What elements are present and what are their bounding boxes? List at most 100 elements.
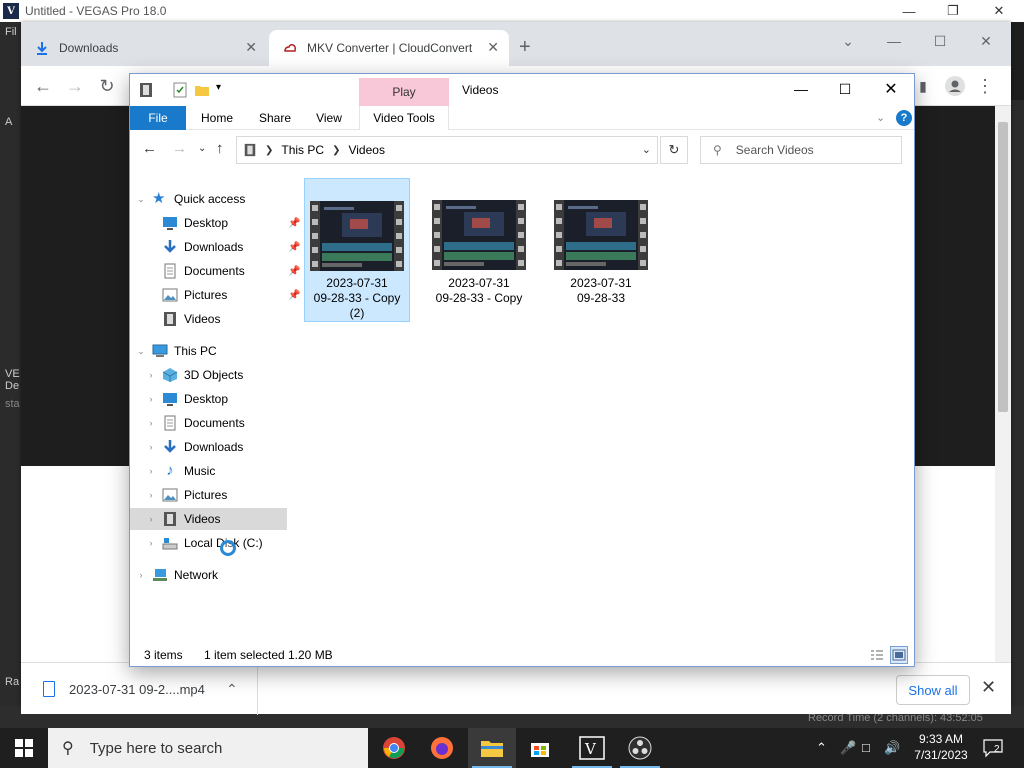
tab-downloads[interactable]: Downloads ✕: [21, 30, 267, 66]
nav-qa-videos[interactable]: Videos: [146, 308, 303, 330]
chrome-icon[interactable]: [370, 728, 418, 768]
tab-search-icon[interactable]: ⌄: [825, 26, 871, 56]
file-item[interactable]: 2023-07-31 09-28-33 - Copy: [426, 178, 532, 322]
nav-network[interactable]: › Network: [136, 564, 293, 586]
search-icon: ⚲: [62, 740, 74, 757]
explorer-close-button[interactable]: ✕: [868, 74, 914, 104]
chevron-right-icon[interactable]: ›: [146, 370, 156, 380]
nav-music[interactable]: › ♪ Music: [146, 460, 303, 482]
vegas-title-bar: V Untitled - VEGAS Pro 18.0 — ❐ ✕: [0, 0, 1024, 22]
large-icons-view-icon[interactable]: [890, 646, 908, 664]
chevron-up-icon[interactable]: ⌃: [816, 740, 827, 756]
chevron-down-icon[interactable]: ⌄: [136, 194, 146, 205]
chevron-right-icon[interactable]: ›: [136, 570, 146, 580]
details-view-icon[interactable]: [868, 646, 886, 664]
up-arrow-icon[interactable]: ↑: [216, 140, 224, 157]
ribbon-tab-share[interactable]: Share: [252, 106, 298, 130]
show-all-button[interactable]: Show all: [896, 675, 970, 705]
chevron-right-icon[interactable]: ›: [146, 394, 156, 404]
chevron-right-icon[interactable]: ›: [146, 538, 156, 548]
expand-ribbon-icon[interactable]: ⌄: [876, 111, 885, 124]
obs-icon[interactable]: [616, 728, 664, 768]
properties-icon[interactable]: [172, 82, 188, 98]
ribbon-tab-video-tools[interactable]: Video Tools: [359, 106, 449, 130]
new-folder-icon[interactable]: [194, 82, 210, 98]
nav-qa-documents[interactable]: Documents 📌: [146, 260, 303, 282]
breadcrumb-videos[interactable]: Videos: [348, 143, 384, 157]
help-icon[interactable]: ?: [896, 110, 912, 126]
vegas-icon[interactable]: V: [568, 728, 616, 768]
chevron-down-icon[interactable]: ⌄: [642, 143, 651, 156]
address-bar[interactable]: ❯ This PC ❯ Videos ⌄: [236, 136, 658, 164]
file-name: 2023-07-31 09-28-33 - Copy (2): [313, 276, 401, 320]
nav-downloads[interactable]: › Downloads: [146, 436, 303, 458]
reload-icon[interactable]: ↻: [95, 74, 119, 98]
nav-3d-objects[interactable]: › 3D Objects: [146, 364, 303, 386]
file-item[interactable]: 2023-07-31 09-28-33 - Copy (2): [304, 178, 410, 322]
back-arrow-icon[interactable]: ←: [31, 74, 55, 98]
browser-scrollbar[interactable]: [995, 106, 1011, 662]
start-button[interactable]: [0, 728, 48, 768]
taskbar-search-input[interactable]: ⚲ Type here to search: [48, 728, 368, 768]
chevron-right-icon[interactable]: ›: [146, 466, 156, 476]
nav-qa-pictures[interactable]: Pictures 📌: [146, 284, 303, 306]
close-tab-icon[interactable]: ✕: [487, 39, 499, 56]
file-explorer-icon[interactable]: [468, 728, 516, 768]
forward-arrow-icon[interactable]: →: [63, 74, 87, 98]
browser-maximize-button[interactable]: ☐: [917, 26, 963, 56]
vegas-menu-file[interactable]: Fil: [5, 26, 17, 38]
play-context-tab[interactable]: Play: [359, 78, 449, 106]
close-icon[interactable]: ✕: [981, 677, 996, 698]
breadcrumb-separator-icon: ❯: [332, 144, 341, 156]
tab-cloudconvert[interactable]: MKV Converter | CloudConvert ✕: [269, 30, 509, 66]
nav-label: Quick access: [174, 192, 246, 206]
file-item[interactable]: 2023-07-31 09-28-33: [548, 178, 654, 322]
clock[interactable]: 9:33 AM 7/31/2023: [910, 731, 972, 763]
breadcrumb-this-pc[interactable]: This PC: [281, 143, 324, 157]
browser-menu-icon[interactable]: ⋮: [973, 74, 997, 98]
profile-avatar-icon[interactable]: [943, 74, 967, 98]
chevron-right-icon[interactable]: ›: [146, 514, 156, 524]
browser-minimize-button[interactable]: —: [871, 26, 917, 56]
customize-toolbar-icon[interactable]: ▾: [216, 82, 221, 93]
system-tray: ⌃ 🎤 □ 🔊 9:33 AM 7/31/2023 2: [810, 728, 1024, 768]
browser-close-button[interactable]: ✕: [963, 26, 1009, 56]
vegas-close-button[interactable]: ✕: [976, 0, 1022, 22]
chevron-right-icon[interactable]: ›: [146, 490, 156, 500]
nav-quick-access[interactable]: ⌄ ★ Quick access: [136, 188, 293, 210]
nav-qa-downloads[interactable]: Downloads 📌: [146, 236, 303, 258]
chevron-up-icon[interactable]: ⌃: [226, 681, 238, 698]
notification-center-icon[interactable]: 2: [982, 738, 1004, 758]
scrollbar-thumb[interactable]: [998, 122, 1008, 412]
nav-qa-desktop[interactable]: Desktop 📌: [146, 212, 303, 234]
chevron-right-icon[interactable]: ›: [146, 442, 156, 452]
new-tab-button[interactable]: +: [519, 36, 531, 59]
video-thumbnail: [432, 200, 526, 270]
forward-arrow-icon[interactable]: →: [172, 140, 187, 157]
back-arrow-icon[interactable]: ←: [142, 140, 157, 157]
close-tab-icon[interactable]: ✕: [245, 39, 257, 56]
ribbon-tab-file[interactable]: File: [130, 106, 186, 130]
nav-videos[interactable]: › Videos: [130, 508, 287, 530]
ribbon-tab-home[interactable]: Home: [194, 106, 240, 130]
search-input[interactable]: ⚲ Search Videos: [700, 136, 902, 164]
firefox-icon[interactable]: [418, 728, 466, 768]
microphone-icon[interactable]: 🎤: [840, 740, 856, 756]
refresh-icon[interactable]: ↻: [660, 136, 688, 164]
ribbon-tab-view[interactable]: View: [308, 106, 350, 130]
explorer-minimize-button[interactable]: —: [778, 74, 824, 104]
nav-documents[interactable]: › Documents: [146, 412, 303, 434]
nav-this-pc[interactable]: ⌄ This PC: [136, 340, 293, 362]
store-icon[interactable]: [516, 728, 564, 768]
explorer-maximize-button[interactable]: ☐: [822, 74, 868, 104]
vegas-maximize-button[interactable]: ❐: [930, 0, 976, 22]
download-item[interactable]: 2023-07-31 09-2....mp4 ⌃: [21, 663, 258, 715]
nav-pictures[interactable]: › Pictures: [146, 484, 303, 506]
vegas-minimize-button[interactable]: —: [886, 0, 932, 22]
recent-locations-icon[interactable]: ⌄: [198, 143, 206, 154]
network-icon[interactable]: □: [862, 740, 870, 755]
chevron-down-icon[interactable]: ⌄: [136, 346, 146, 357]
chevron-right-icon[interactable]: ›: [146, 418, 156, 428]
volume-icon[interactable]: 🔊: [884, 740, 900, 756]
nav-desktop[interactable]: › Desktop: [146, 388, 303, 410]
